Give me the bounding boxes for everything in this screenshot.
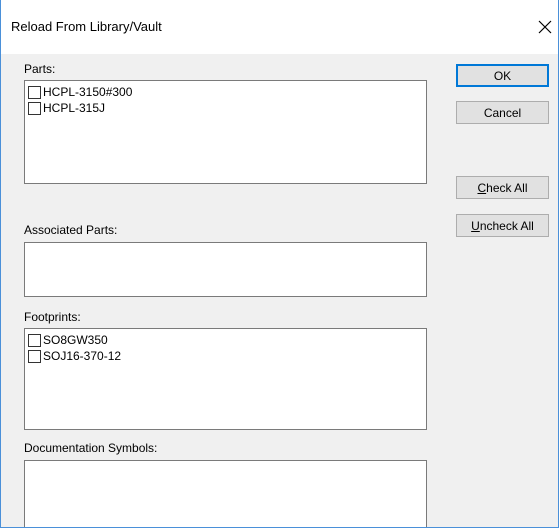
footprints-label: Footprints: [24, 310, 81, 324]
list-item[interactable]: HCPL-3150#300 [28, 84, 426, 100]
checkbox[interactable] [28, 333, 41, 347]
list-item-label: HCPL-3150#300 [43, 85, 133, 99]
list-item-label: SO8GW350 [43, 333, 108, 347]
check-all-button[interactable]: Check All [456, 176, 549, 199]
ok-button[interactable]: OK [456, 64, 549, 87]
associated-parts-list[interactable] [24, 242, 427, 297]
list-item[interactable]: SO8GW350 [28, 332, 426, 348]
close-button[interactable] [531, 13, 558, 41]
check-all-button-label: Check All [477, 180, 528, 195]
parts-label: Parts: [24, 62, 56, 76]
parts-list[interactable]: HCPL-3150#300 HCPL-315J [24, 80, 427, 184]
list-item[interactable]: HCPL-315J [28, 100, 426, 116]
uncheck-all-button[interactable]: Uncheck All [456, 214, 549, 237]
list-item[interactable]: SOJ16-370-12 [28, 348, 426, 364]
documentation-symbols-list[interactable] [24, 460, 427, 527]
uncheck-all-button-label: Uncheck All [471, 218, 534, 233]
close-icon [538, 20, 552, 34]
ok-button-label: OK [493, 68, 512, 83]
list-item-label: SOJ16-370-12 [43, 349, 122, 363]
title-bar: Reload From Library/Vault [1, 0, 558, 54]
checkbox[interactable] [28, 101, 41, 115]
reload-dialog: Reload From Library/Vault Parts: HCPL-31… [0, 0, 559, 528]
checkbox[interactable] [28, 85, 41, 99]
cancel-button-label: Cancel [483, 105, 522, 120]
cancel-button[interactable]: Cancel [456, 101, 549, 124]
documentation-symbols-label: Documentation Symbols: [24, 441, 158, 455]
associated-parts-label: Associated Parts: [24, 223, 118, 237]
checkbox[interactable] [28, 349, 41, 363]
list-item-label: HCPL-315J [43, 101, 106, 115]
dialog-title: Reload From Library/Vault [11, 19, 162, 34]
footprints-list[interactable]: SO8GW350 SOJ16-370-12 [24, 328, 427, 430]
